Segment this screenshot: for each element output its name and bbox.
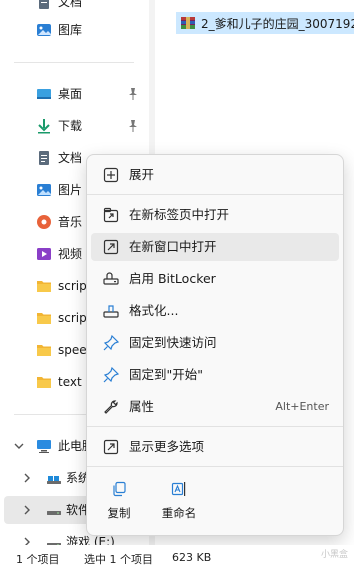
music-icon (37, 215, 51, 229)
nav-item-label: 视频 (58, 247, 83, 261)
nav-item-label: 图库 (58, 23, 83, 37)
gallery-icon (37, 24, 51, 36)
pin-icon (103, 335, 119, 351)
nav-item-desktop[interactable]: 桌面 (0, 80, 148, 108)
quick-action-label: 重命名 (161, 506, 197, 520)
menu-item-pin-start[interactable]: 固定到"开始" (91, 361, 339, 389)
menu-item-accelerator: Alt+Enter (275, 400, 329, 413)
chevron-right-icon[interactable] (22, 473, 32, 483)
quick-action-rename[interactable]: 重命名 (149, 475, 209, 525)
menu-item-show-more-options[interactable]: 显示更多选项 (91, 433, 339, 461)
rename-icon (171, 482, 186, 496)
menu-item-open-new-tab[interactable]: 在新标签页中打开 (91, 201, 339, 229)
menu-item-properties[interactable]: 属性 Alt+Enter (91, 393, 339, 421)
quick-action-copy[interactable]: 复制 (89, 475, 149, 525)
menu-item-label: 固定到"开始" (129, 367, 203, 382)
menu-item-label: 固定到快速访问 (129, 335, 217, 350)
drive-icon (47, 511, 61, 515)
folder-icon (37, 377, 51, 388)
menu-item-label: 在新窗口中打开 (129, 239, 217, 254)
nav-item-label: 图片 (58, 183, 83, 197)
nav-item-label: 桌面 (58, 87, 83, 101)
nav-item-gallery[interactable]: 图库 (0, 16, 148, 44)
videos-icon (37, 248, 51, 260)
menu-item-label: 格式化... (129, 303, 179, 318)
menu-item-label: 属性 (129, 399, 155, 414)
menu-item-label: 启用 BitLocker (129, 271, 216, 286)
menu-item-label: 在新标签页中打开 (129, 207, 230, 222)
status-item-count: 1 个项目 (16, 553, 60, 566)
quick-action-label: 复制 (107, 506, 131, 520)
nav-item-documents-top[interactable]: 文档 (0, 0, 148, 16)
desktop-icon (37, 89, 51, 99)
nav-item-label: 文档 (58, 0, 83, 9)
chevron-down-icon[interactable] (14, 441, 24, 451)
context-menu: 展开 在新标签页中打开 在新窗口中打开 启用 BitLocker 格式化... … (86, 154, 344, 536)
new-window-icon (103, 239, 119, 255)
menu-item-enable-bitlocker[interactable]: 启用 BitLocker (91, 265, 339, 293)
status-size: 623 KB (172, 551, 212, 564)
pin-icon[interactable] (128, 88, 138, 100)
download-icon (38, 119, 50, 134)
this-pc-icon (37, 440, 51, 453)
copy-icon (113, 481, 126, 497)
menu-item-pin-quick-access[interactable]: 固定到快速访问 (91, 329, 339, 357)
folder-icon (37, 345, 51, 356)
expand-icon (103, 167, 119, 183)
menu-item-label: 显示更多选项 (129, 439, 205, 454)
rar-archive-icon (181, 17, 195, 29)
nav-item-label: 文档 (58, 151, 83, 165)
pictures-icon (37, 184, 51, 196)
nav-item-downloads[interactable]: 下载 (0, 112, 148, 140)
nav-item-label: scrip (58, 279, 87, 293)
chevron-right-icon[interactable] (22, 505, 32, 515)
status-selected: 选中 1 个项目 (84, 553, 153, 566)
menu-item-expand[interactable]: 展开 (91, 161, 339, 189)
nav-item-label: 音乐 (58, 215, 83, 229)
pin-icon[interactable] (128, 120, 138, 132)
menu-item-format[interactable]: 格式化... (91, 297, 339, 325)
folder-icon (37, 281, 51, 292)
menu-separator (87, 194, 343, 195)
properties-icon (104, 400, 118, 414)
nav-item-label: text (58, 375, 82, 389)
status-bar: 1 个项目 选中 1 个项目 623 KB (0, 545, 354, 570)
format-icon (103, 305, 119, 318)
watermark: 小黑盒 (320, 550, 348, 560)
more-options-icon (103, 439, 119, 455)
menu-separator (87, 466, 343, 467)
menu-separator (87, 426, 343, 427)
folder-icon (37, 313, 51, 324)
file-name: 2_爹和儿子的庄园_30071922 (201, 16, 354, 31)
drive-icon (47, 476, 61, 484)
document-icon (39, 151, 49, 165)
pin-icon (103, 367, 119, 383)
bitlocker-icon (103, 272, 119, 285)
menu-item-label: 展开 (129, 167, 155, 182)
menu-item-open-new-window[interactable]: 在新窗口中打开 (91, 233, 339, 261)
new-tab-icon (103, 207, 119, 223)
nav-divider (14, 62, 134, 63)
file-item[interactable]: 2_爹和儿子的庄园_30071922 (176, 12, 354, 34)
nav-item-label: 下载 (58, 119, 83, 133)
nav-item-label: scrip (58, 311, 87, 325)
document-icon (39, 0, 49, 9)
nav-item-label: spee (58, 343, 87, 357)
